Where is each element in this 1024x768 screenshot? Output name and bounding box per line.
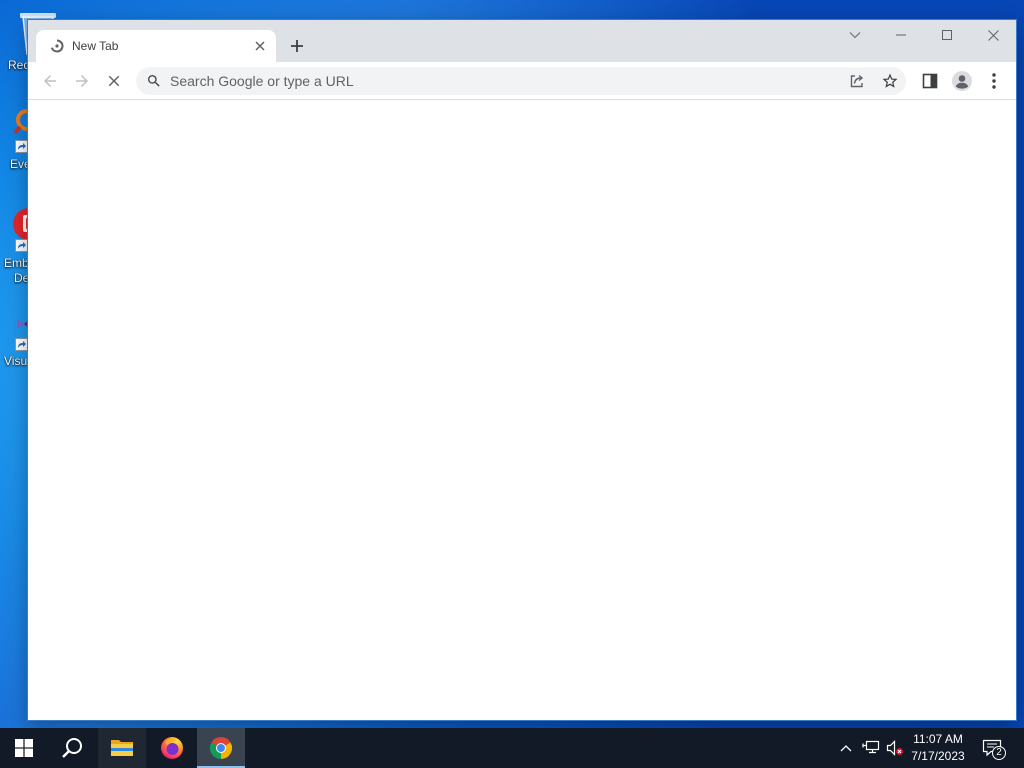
close-icon <box>255 41 265 51</box>
maximize-icon <box>942 30 952 40</box>
omnibox[interactable] <box>136 67 906 95</box>
tab-search-button[interactable] <box>832 20 878 50</box>
tab-strip: New Tab <box>28 20 1016 62</box>
minimize-icon <box>896 34 906 36</box>
chrome-window: New Tab <box>28 20 1016 720</box>
close-icon <box>987 29 999 41</box>
tab-close-button[interactable] <box>252 38 268 54</box>
side-panel-icon <box>922 73 938 89</box>
start-button[interactable] <box>0 728 48 768</box>
arrow-right-icon <box>76 75 88 87</box>
page-content[interactable] <box>28 100 1016 720</box>
firefox-icon <box>161 737 183 759</box>
taskbar-chrome[interactable] <box>197 728 245 768</box>
file-explorer-icon <box>111 740 133 756</box>
new-tab-button[interactable] <box>286 35 308 57</box>
clock-time: 11:07 AM <box>913 732 963 746</box>
stop-loading-button[interactable] <box>100 67 128 95</box>
desktop-icon-label: Emb <box>4 256 29 270</box>
taskbar-clock[interactable]: 11:07 AM 7/17/2023 <box>904 728 972 768</box>
network-wired-icon <box>862 740 880 754</box>
tab-new-tab[interactable]: New Tab <box>36 30 276 62</box>
tab-title: New Tab <box>72 39 119 53</box>
taskbar-file-explorer[interactable] <box>98 728 146 768</box>
search-icon <box>62 738 82 758</box>
side-panel-button[interactable] <box>916 67 944 95</box>
clock-date: 7/17/2023 <box>911 749 965 763</box>
notification-count-badge: 2 <box>992 746 1006 760</box>
network-tray-button[interactable] <box>860 728 882 768</box>
menu-button[interactable] <box>980 67 1008 95</box>
kebab-menu-icon <box>992 73 996 89</box>
shortcut-arrow-icon <box>15 338 28 351</box>
forward-button[interactable] <box>68 67 96 95</box>
desktop-icon-label: Rec <box>8 58 30 72</box>
star-outline-icon <box>882 73 898 88</box>
profile-icon <box>952 71 972 91</box>
stop-loading-icon <box>108 75 120 87</box>
windows-logo-icon <box>15 739 33 757</box>
close-window-button[interactable] <box>970 20 1016 50</box>
chevron-down-icon <box>849 32 861 39</box>
shortcut-arrow-icon <box>15 140 28 153</box>
taskbar-firefox[interactable] <box>148 728 196 768</box>
profile-button[interactable] <box>948 67 976 95</box>
show-hidden-icons-button[interactable] <box>836 728 856 768</box>
browser-toolbar <box>28 62 1016 100</box>
share-button[interactable] <box>845 69 869 93</box>
action-center-button[interactable]: 2 <box>978 728 1008 768</box>
maximize-button[interactable] <box>924 20 970 50</box>
taskbar: 11:07 AM 7/17/2023 2 <box>0 728 1024 768</box>
loading-spinner-icon <box>50 39 64 53</box>
volume-tray-button[interactable] <box>884 728 906 768</box>
chrome-icon <box>209 736 233 759</box>
desktop-icon-label: Visu <box>4 354 28 368</box>
shortcut-arrow-icon <box>15 239 28 252</box>
search-icon <box>148 75 160 87</box>
bookmark-star-button[interactable] <box>878 69 902 93</box>
arrow-left-icon <box>44 75 56 87</box>
volume-muted-icon <box>886 740 903 756</box>
minimize-button[interactable] <box>878 20 924 50</box>
plus-icon <box>291 40 303 52</box>
chevron-up-icon <box>840 745 852 752</box>
back-button[interactable] <box>36 67 64 95</box>
taskbar-search-button[interactable] <box>48 728 96 768</box>
share-icon <box>850 74 864 88</box>
omnibox-input[interactable] <box>170 67 830 95</box>
